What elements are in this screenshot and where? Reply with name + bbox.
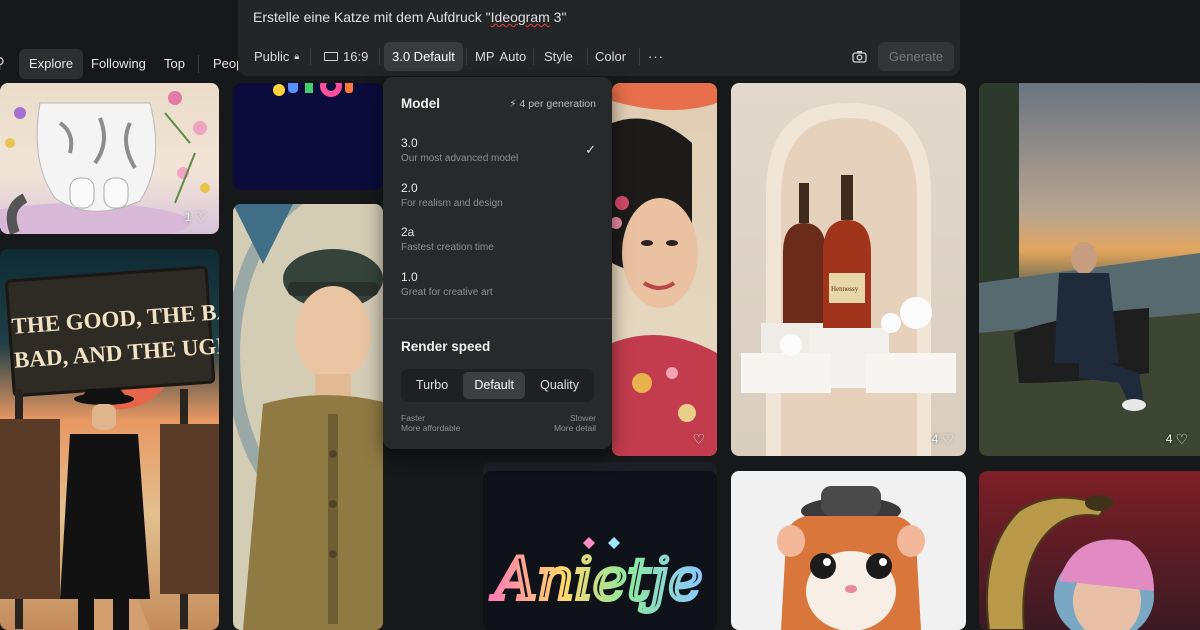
aspect-ratio-button[interactable]: 16:9 [316,42,376,71]
model-selector-button[interactable]: 3.0 Default [384,42,463,71]
prompt-text-part: Erstelle eine Katze mit dem Aufdruck " [253,9,491,25]
lake-photo [979,83,1200,456]
toolbar-divider [310,48,311,65]
visibility-label: Public [254,49,290,64]
cobra-illustration [986,495,1154,630]
speed-quality-option[interactable]: Quality [529,372,590,399]
prompt-misspelled-word: Ideogram [490,9,550,25]
soldier-illustration [233,204,383,630]
like-number: 4 [1165,432,1173,446]
lightning-icon: ⚡︎ [509,98,520,110]
gallery-tile-geisha[interactable]: ♡ [612,83,717,456]
model-description: Fastest creation time [401,242,494,253]
style-button[interactable]: Style [536,42,581,71]
image-upload-button[interactable] [844,42,875,71]
gallery-tile-soldier[interactable] [233,204,383,630]
model-description: Great for creative art [401,287,493,298]
model-version: 2.0 [401,181,418,195]
hamster-illustration [777,486,925,630]
like-count[interactable]: 4 ♡ [932,432,954,446]
geisha-illustration [612,83,717,456]
prompt-input[interactable]: Erstelle eine Katze mit dem Aufdruck "Id… [253,9,566,25]
gallery-tile-text-poster[interactable] [233,83,383,190]
gallery-tile-lake[interactable]: 4 ♡ [979,83,1200,456]
model-dropdown: Model ⚡︎ 4 per generation 3.0 Our most a… [383,77,612,449]
generation-cost-label: 4 per generation [519,98,596,110]
tab-top[interactable]: Top [154,49,195,79]
speed-turbo-option[interactable]: Turbo [405,372,459,399]
heart-icon[interactable]: ♡ [1175,432,1188,446]
render-speed-selector: Turbo Default Quality [401,369,594,402]
magic-prompt-label: MP [475,49,495,64]
script-word: Anietje [490,545,703,613]
like-number: 1 [184,210,192,224]
checkmark-icon: ✓ [585,142,596,157]
speed-default-option[interactable]: Default [463,372,525,399]
model-description: For realism and design [401,198,503,209]
model-option-3-0[interactable]: 3.0 Our most advanced model ✓ [401,136,596,164]
model-description: Our most advanced model [401,153,519,164]
speed-note-line: More affordable [401,423,461,433]
like-button[interactable]: ♡ [692,432,705,446]
model-menu-title: Model [401,96,440,111]
heart-icon[interactable]: ♡ [941,432,954,446]
like-count[interactable]: 4 ♡ [1166,432,1188,446]
menu-divider [383,318,612,319]
magic-prompt-value: Auto [499,49,527,64]
gallery-tile-lettering[interactable]: Anietje [483,471,717,630]
heart-icon[interactable]: ♡ [194,210,207,224]
lock-icon: 🔒︎ [294,51,300,61]
tab-following[interactable]: Following [81,49,156,79]
gallery-tile-hamster[interactable] [731,471,966,630]
model-option-1-0[interactable]: 1.0 Great for creative art [401,270,596,298]
model-version: 3.0 [401,136,418,150]
color-button[interactable]: Color [587,42,634,71]
cognac-illustration: Hennessy [741,103,956,456]
colorful-lettering [273,83,353,97]
lettering-illustration: Anietje [488,537,705,615]
render-speed-title: Render speed [401,339,491,354]
toolbar-divider [379,48,380,65]
western-illustration: THE GOOD, THE BAD, BAD, AND THE UGLY [0,265,219,630]
gallery-tile-cognac[interactable]: Hennessy 4 ♡ [731,83,966,456]
speed-note-left: Faster More affordable [401,413,460,433]
prompt-panel: Erstelle eine Katze mit dem Aufdruck "Id… [238,0,960,76]
model-version: 2a [401,225,415,239]
toolbar-divider [533,48,534,65]
like-number: 4 [931,432,939,446]
heart-icon[interactable]: ♡ [692,432,705,446]
generate-button[interactable]: Generate [878,42,954,71]
gallery-tile-cat[interactable]: 1 ♡ [0,83,219,234]
like-count[interactable]: 1 ♡ [185,210,207,224]
speed-note-right: Slower More detail [554,413,596,433]
more-options-button[interactable]: ··· [640,42,672,71]
visibility-toggle[interactable]: Public 🔒︎ [246,42,307,71]
aspect-ratio-icon [324,52,338,61]
model-option-2-0[interactable]: 2.0 For realism and design [401,181,596,209]
speed-note-line: Faster [401,413,426,423]
search-icon[interactable]: ⚲ [0,54,5,72]
generation-cost: ⚡︎ 4 per generation [509,98,596,110]
aspect-ratio-label: 16:9 [343,49,369,64]
camera-icon [852,51,867,63]
tab-explore[interactable]: Explore [19,49,84,79]
nav-divider [198,55,199,73]
magic-prompt-button[interactable]: MP Auto [467,42,534,71]
model-version: 1.0 [401,270,418,284]
bottle-label: Hennessy [831,285,859,293]
gallery-tile-western[interactable]: THE GOOD, THE BAD, BAD, AND THE UGLY [0,249,219,630]
speed-note-line: Slower [570,413,596,423]
gallery-tile-cobra[interactable] [979,471,1200,630]
model-option-2a[interactable]: 2a Fastest creation time [401,225,596,253]
speed-note-line: More detail [553,423,596,433]
prompt-text-part: 3" [549,9,567,25]
